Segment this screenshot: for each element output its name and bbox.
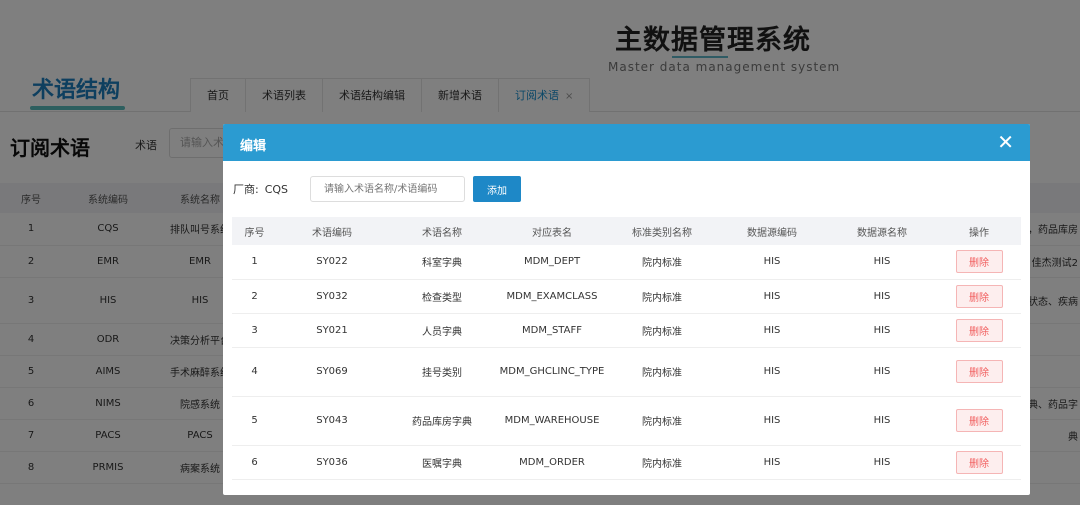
- term-code: SY036: [277, 445, 387, 480]
- source-name: HIS: [827, 445, 937, 480]
- row-number: 4: [232, 347, 277, 397]
- term-code: SY043: [277, 396, 387, 446]
- standard-category: 院内标准: [607, 396, 717, 446]
- term-name: 药品库房字典: [387, 396, 497, 446]
- dialog-toolbar: 厂商: CQS 添加: [233, 176, 522, 202]
- delete-button[interactable]: 删除: [955, 409, 1003, 432]
- source-name: HIS: [827, 279, 937, 314]
- source-code: HIS: [717, 313, 827, 348]
- row-number: 1: [232, 245, 277, 280]
- table-row: 4 SY069 挂号类别 MDM_GHCLINC_TYPE 院内标准 HIS H…: [232, 347, 1021, 397]
- term-name: 挂号类别: [387, 347, 497, 397]
- term-code: SY032: [277, 279, 387, 314]
- row-number: 3: [232, 313, 277, 348]
- term-name: 科室字典: [387, 245, 497, 280]
- delete-button[interactable]: 删除: [955, 360, 1003, 383]
- row-number: 2: [232, 279, 277, 314]
- delete-button[interactable]: 删除: [955, 318, 1003, 342]
- table-row: 2 SY032 检查类型 MDM_EXAMCLASS 院内标准 HIS HIS …: [232, 279, 1021, 314]
- term-code: SY069: [277, 347, 387, 397]
- actions-cell: 删除: [937, 445, 1021, 480]
- column-header: 标准类别名称: [607, 217, 717, 245]
- term-name: 医嘱字典: [387, 445, 497, 480]
- source-code: HIS: [717, 279, 827, 314]
- column-header: 对应表名: [497, 217, 607, 245]
- dialog-title: 编辑: [240, 139, 267, 154]
- source-code: HIS: [717, 396, 827, 446]
- actions-cell: 删除: [937, 245, 1021, 280]
- add-button[interactable]: 添加: [473, 176, 522, 202]
- term-name: 人员字典: [387, 313, 497, 348]
- column-header: 术语编码: [277, 217, 387, 245]
- delete-button[interactable]: 删除: [955, 450, 1003, 474]
- standard-category: 院内标准: [607, 279, 717, 314]
- table-name: MDM_WAREHOUSE: [497, 396, 607, 446]
- actions-cell: 删除: [937, 279, 1021, 314]
- source-name: HIS: [827, 313, 937, 348]
- table-row: 6 SY036 医嘱字典 MDM_ORDER 院内标准 HIS HIS 删除: [232, 445, 1021, 480]
- column-header: 术语名称: [387, 217, 497, 245]
- edit-dialog: 编辑 ✕ 厂商: CQS 添加 序号 术语编码 术语名称 对应表名 标准类别名称…: [223, 124, 1030, 495]
- row-number: 5: [232, 396, 277, 446]
- table-name: MDM_GHCLINC_TYPE: [497, 347, 607, 397]
- table-row: 3 SY021 人员字典 MDM_STAFF 院内标准 HIS HIS 删除: [232, 313, 1021, 348]
- column-header: 操作: [937, 217, 1021, 245]
- delete-button[interactable]: 删除: [955, 250, 1003, 274]
- table-header-row: 序号 术语编码 术语名称 对应表名 标准类别名称 数据源编码 数据源名称 操作: [232, 217, 1021, 245]
- delete-button[interactable]: 删除: [955, 284, 1003, 308]
- actions-cell: 删除: [937, 313, 1021, 348]
- source-name: HIS: [827, 245, 937, 280]
- table-name: MDM_EXAMCLASS: [497, 279, 607, 314]
- table-name: MDM_DEPT: [497, 245, 607, 280]
- source-name: HIS: [827, 347, 937, 397]
- term-name: 检查类型: [387, 279, 497, 314]
- term-search-input[interactable]: [310, 176, 466, 202]
- table-row: 5 SY043 药品库房字典 MDM_WAREHOUSE 院内标准 HIS HI…: [232, 396, 1021, 446]
- close-icon[interactable]: ✕: [997, 130, 1014, 154]
- source-code: HIS: [717, 347, 827, 397]
- column-header: 序号: [232, 217, 277, 245]
- source-code: HIS: [717, 445, 827, 480]
- table-name: MDM_STAFF: [497, 313, 607, 348]
- dialog-header: 编辑 ✕: [223, 124, 1030, 161]
- standard-category: 院内标准: [607, 347, 717, 397]
- row-number: 6: [232, 445, 277, 480]
- standard-category: 院内标准: [607, 245, 717, 280]
- actions-cell: 删除: [937, 347, 1021, 397]
- vendor-value: CQS: [264, 182, 289, 196]
- source-code: HIS: [717, 245, 827, 280]
- table-name: MDM_ORDER: [497, 445, 607, 480]
- term-code: SY022: [277, 245, 387, 280]
- term-code: SY021: [277, 313, 387, 348]
- actions-cell: 删除: [937, 396, 1021, 446]
- vendor-label: 厂商:: [233, 183, 259, 196]
- column-header: 数据源编码: [717, 217, 827, 245]
- subscribed-terms-table: 序号 术语编码 术语名称 对应表名 标准类别名称 数据源编码 数据源名称 操作 …: [232, 217, 1021, 480]
- table-row: 1 SY022 科室字典 MDM_DEPT 院内标准 HIS HIS 删除: [232, 245, 1021, 280]
- standard-category: 院内标准: [607, 445, 717, 480]
- source-name: HIS: [827, 396, 937, 446]
- standard-category: 院内标准: [607, 313, 717, 348]
- column-header: 数据源名称: [827, 217, 937, 245]
